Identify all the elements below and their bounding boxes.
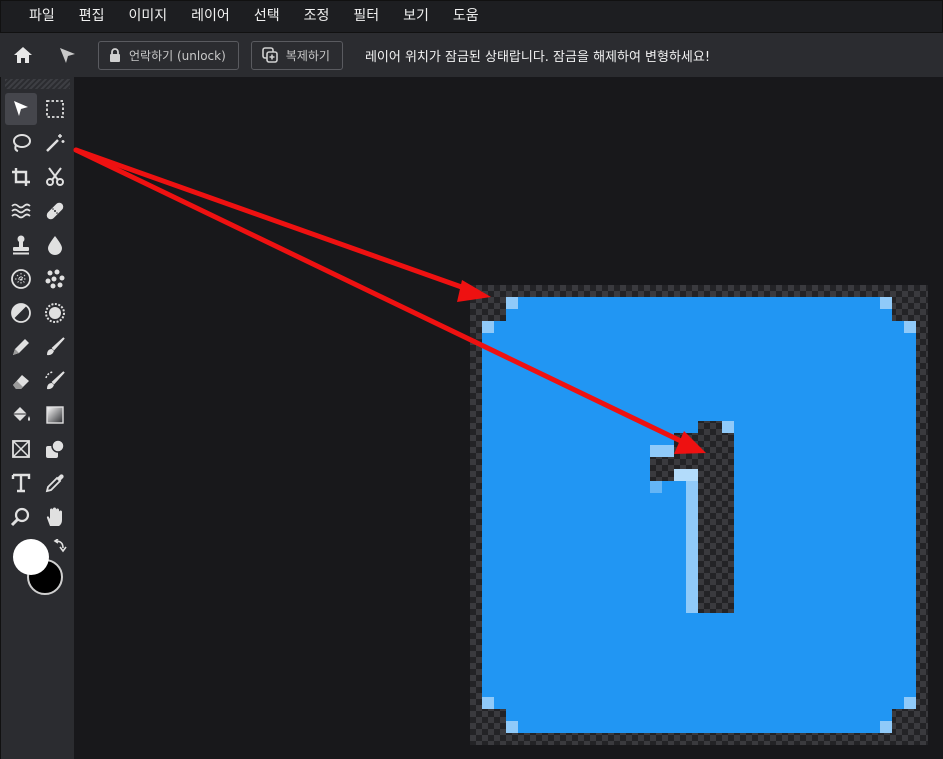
liquify-tool[interactable] [5,195,37,227]
menu-edit[interactable]: 편집 [67,0,117,33]
magic-wand-tool[interactable] [39,127,71,159]
duplicate-button[interactable]: 복제하기 [250,40,343,70]
unlock-button[interactable]: 언락하기 (unlock) [98,40,239,70]
fill-tool[interactable] [5,399,37,431]
dodge-tool[interactable] [5,297,37,329]
cut-tool[interactable] [39,161,71,193]
menu-view[interactable]: 보기 [391,0,441,33]
hand-tool[interactable] [39,501,71,533]
pencil-tool[interactable] [5,331,37,363]
shape-tool[interactable] [39,433,71,465]
eyedropper-tool[interactable] [39,467,71,499]
menu-help[interactable]: 도움 [441,0,491,33]
image-layer[interactable] [470,285,928,745]
lock-icon [110,48,120,62]
marquee-tool[interactable] [39,93,71,125]
lasso-tool[interactable] [5,127,37,159]
menu-file[interactable]: 파일 [17,0,67,33]
duplicate-label: 복제하기 [285,48,330,63]
options-bar: 언락하기 (unlock) 복제하기 레이어 위치가 잠금된 상태랍니다. 잠금… [0,33,943,77]
sharpen-tool[interactable] [39,297,71,329]
menu-adjust[interactable]: 조정 [292,0,342,33]
sponge-tool[interactable] [5,263,37,295]
gradient-tool[interactable] [39,399,71,431]
tool-panel [0,77,74,759]
home-icon[interactable] [10,42,36,68]
menu-image[interactable]: 이미지 [117,0,180,33]
color-swatches [9,537,69,601]
menu-filter[interactable]: 필터 [341,0,391,33]
move-cursor-icon[interactable] [54,42,80,68]
panel-grip[interactable] [5,79,70,89]
text-tool[interactable] [5,467,37,499]
color-replace-tool[interactable] [39,365,71,397]
brush-tool[interactable] [39,331,71,363]
foreground-color-swatch[interactable] [13,539,49,575]
eraser-tool[interactable] [5,365,37,397]
healing-tool[interactable] [39,195,71,227]
swap-colors-icon[interactable] [53,539,67,553]
zoom-tool[interactable] [5,501,37,533]
spot-tool[interactable] [39,263,71,295]
blur-tool[interactable] [39,229,71,261]
lock-status-message: 레이어 위치가 잠금된 상태랍니다. 잠금을 해제하여 변형하세요! [364,49,711,65]
clone-stamp-tool[interactable] [5,229,37,261]
crop-tool[interactable] [5,161,37,193]
menu-bar: 파일 편집 이미지 레이어 선택 조정 필터 보기 도움 [0,0,943,33]
menu-select[interactable]: 선택 [242,0,292,33]
menu-layer[interactable]: 레이어 [179,0,242,33]
unlock-label: 언락하기 (unlock) [129,48,226,63]
frame-tool[interactable] [5,433,37,465]
move-tool[interactable] [5,93,37,125]
duplicate-icon [261,47,278,63]
